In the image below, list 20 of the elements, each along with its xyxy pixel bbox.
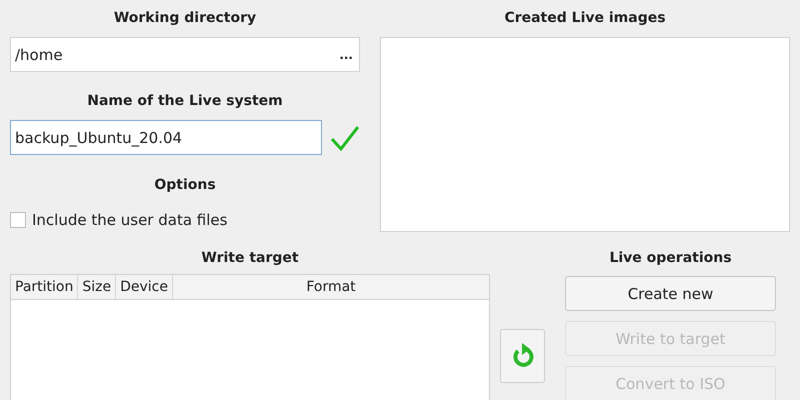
section-title: Options [153, 176, 217, 195]
operation-button[interactable]: Create new [565, 276, 776, 311]
name-field[interactable]: backup_Ubuntu_20.04 [10, 120, 322, 155]
section-title: Write target [200, 249, 300, 268]
section-title: Created Live images [503, 9, 667, 28]
column-header[interactable]: Size [78, 275, 116, 299]
section-title: Name of the Live system [86, 92, 284, 111]
column-header[interactable]: Format [173, 275, 489, 299]
directory-field[interactable]: /home ... [10, 37, 360, 72]
section-title: Live operations [608, 249, 733, 268]
target-table[interactable]: Partition Size Device Format [10, 274, 490, 400]
browse-button[interactable]: ... [339, 48, 353, 62]
images-list[interactable] [380, 37, 790, 232]
column-header[interactable]: Partition [11, 275, 78, 299]
section-title: Working directory [112, 9, 258, 28]
column-header[interactable]: Device [116, 275, 173, 299]
refresh-icon [510, 343, 534, 369]
checkbox[interactable] [10, 212, 26, 228]
refresh-button[interactable] [500, 329, 545, 383]
checkbox-label: Include the user data files [32, 211, 228, 229]
